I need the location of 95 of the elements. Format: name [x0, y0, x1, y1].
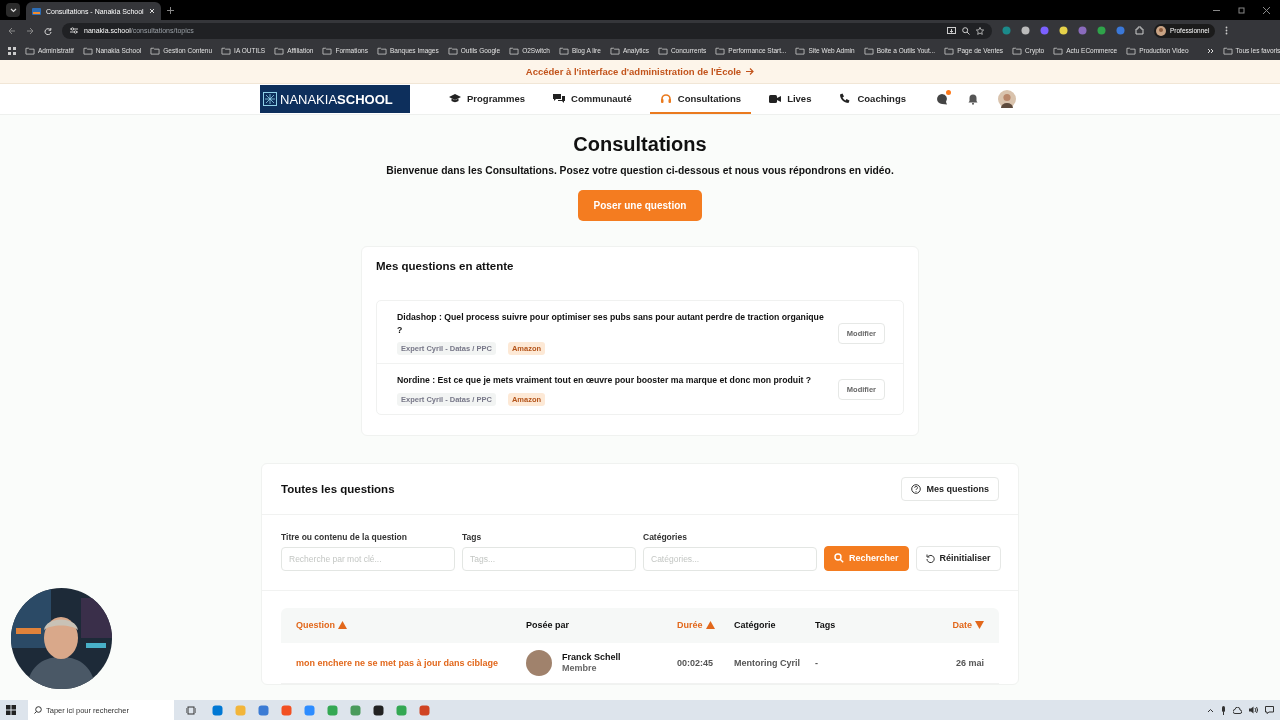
search-icon	[834, 553, 844, 563]
graduation-cap-icon	[449, 92, 461, 104]
new-tab-icon[interactable]	[166, 7, 174, 14]
maximize-icon[interactable]	[1238, 6, 1245, 14]
install-icon[interactable]	[947, 26, 956, 35]
app-icon[interactable]	[373, 704, 384, 716]
volume-icon[interactable]	[1249, 706, 1258, 714]
chevron-down-icon	[9, 7, 17, 13]
page-title: Consultations	[573, 132, 707, 156]
tab-list-button[interactable]	[6, 3, 20, 17]
folder-icon	[657, 46, 668, 55]
table-cell-text: -	[815, 657, 819, 668]
microphone-icon[interactable]	[1221, 705, 1226, 715]
folder-icon	[1053, 46, 1064, 55]
nav-tab[interactable]: Coachings	[829, 84, 916, 114]
user-avatar[interactable]	[998, 90, 1016, 108]
folder-icon	[1012, 46, 1023, 55]
school-logo[interactable]: NANAKIASCHOOL	[260, 85, 410, 113]
folder-icon	[150, 46, 161, 55]
avatar-icon	[1156, 25, 1166, 36]
folder-icon	[376, 46, 387, 55]
sort-up-icon[interactable]	[705, 621, 715, 629]
sort-down-icon[interactable]	[975, 621, 984, 629]
my-questions-button[interactable]: Mes questions	[901, 476, 999, 501]
nav-tab[interactable]: Lives	[759, 84, 822, 114]
notification-icon[interactable]	[1265, 706, 1274, 714]
message-icon[interactable]	[936, 93, 948, 105]
question-title: Nordine : Est ce que je mets vraiment tout en œuvre pour booster ma marque et donc mon produit ?	[397, 374, 813, 387]
folder-icon	[795, 46, 806, 55]
table-cell-text: Mentoring Cyril	[734, 657, 801, 668]
site-settings-icon	[70, 27, 78, 34]
folder-icon	[274, 46, 285, 55]
apps-icon[interactable]	[8, 46, 16, 55]
headset-icon	[659, 92, 672, 104]
folder-icon	[715, 46, 726, 55]
folder-icon	[558, 46, 569, 55]
admin-link[interactable]: Accéder à l'interface d'administration de l'École	[525, 66, 755, 77]
help-icon	[911, 483, 922, 494]
folder-icon	[221, 46, 232, 55]
nav-tab[interactable]: Programmes	[439, 84, 536, 114]
chevrons-right-icon[interactable]	[1206, 47, 1214, 54]
chat-icon	[553, 92, 566, 104]
folder-icon	[25, 46, 35, 55]
page-subtitle: Bienvenue dans les Consultations. Posez votre question ci-dessous et nous vous répondrons en vidéo.	[386, 164, 894, 178]
chevron-up-icon[interactable]	[1207, 707, 1214, 713]
task-view-icon[interactable]	[186, 705, 196, 715]
question-link[interactable]: mon enchere ne se met pas à jour dans ciblage	[296, 657, 526, 668]
arrow-right-icon	[746, 68, 755, 75]
folder-icon	[1222, 46, 1233, 55]
extension-icon[interactable]	[1097, 26, 1106, 35]
cloud-icon[interactable]	[1233, 706, 1242, 714]
folder-icon	[609, 46, 620, 55]
folder-icon	[447, 46, 458, 55]
zoom-icon[interactable]	[962, 26, 970, 35]
forward-icon[interactable]	[26, 26, 34, 35]
column-header: Posée par	[526, 620, 570, 630]
bell-icon[interactable]	[968, 93, 978, 105]
close-icon[interactable]	[1263, 6, 1270, 14]
filter-label: Titre ou contenu de la question	[281, 531, 408, 542]
nav-tab[interactable]: Communauté	[543, 84, 642, 114]
filter-label: Tags	[462, 531, 483, 542]
author-role: Membre	[562, 663, 598, 673]
table-cell-text: 26 mai	[954, 657, 984, 668]
nav-tab[interactable]: Consultations	[649, 84, 752, 114]
folder-icon	[509, 46, 520, 55]
back-icon[interactable]	[8, 26, 16, 35]
sort-up-icon[interactable]	[338, 621, 347, 629]
folder-icon	[82, 46, 93, 55]
video-camera-icon	[769, 92, 782, 104]
column-header: Catégorie	[734, 620, 776, 630]
table-cell-text: 00:02:45	[677, 657, 715, 668]
menu-icon[interactable]	[1225, 26, 1229, 35]
folder-icon	[863, 46, 874, 55]
windows-start-icon[interactable]	[6, 705, 16, 715]
question-title: Didashop : Quel process suivre pour optimiser ses pubs sans pour autant perdre de traction organique ?	[397, 311, 825, 336]
filter-field[interactable]: Tags...	[462, 546, 636, 571]
reload-icon[interactable]	[44, 26, 52, 35]
section-title: Mes questions en attente	[376, 259, 515, 274]
logo-mark-icon	[263, 92, 277, 106]
reset-icon	[925, 553, 935, 563]
site-favicon-icon	[32, 7, 41, 15]
extension-icon[interactable]	[1059, 26, 1068, 35]
author-name: Franck Schell	[562, 652, 621, 662]
column-header: Tags	[815, 620, 836, 630]
section-title: Toutes les questions	[281, 482, 395, 495]
extension-icon[interactable]	[1021, 26, 1030, 35]
folder-icon	[944, 46, 955, 55]
star-icon[interactable]	[976, 26, 984, 35]
search-icon	[34, 706, 42, 714]
folder-icon	[322, 46, 333, 55]
phone-icon	[839, 92, 852, 104]
avatar-icon	[526, 649, 552, 676]
filter-label: Catégories	[643, 531, 688, 542]
reset-button[interactable]: Réinitialiser	[915, 545, 1001, 571]
folder-icon	[1126, 46, 1137, 55]
